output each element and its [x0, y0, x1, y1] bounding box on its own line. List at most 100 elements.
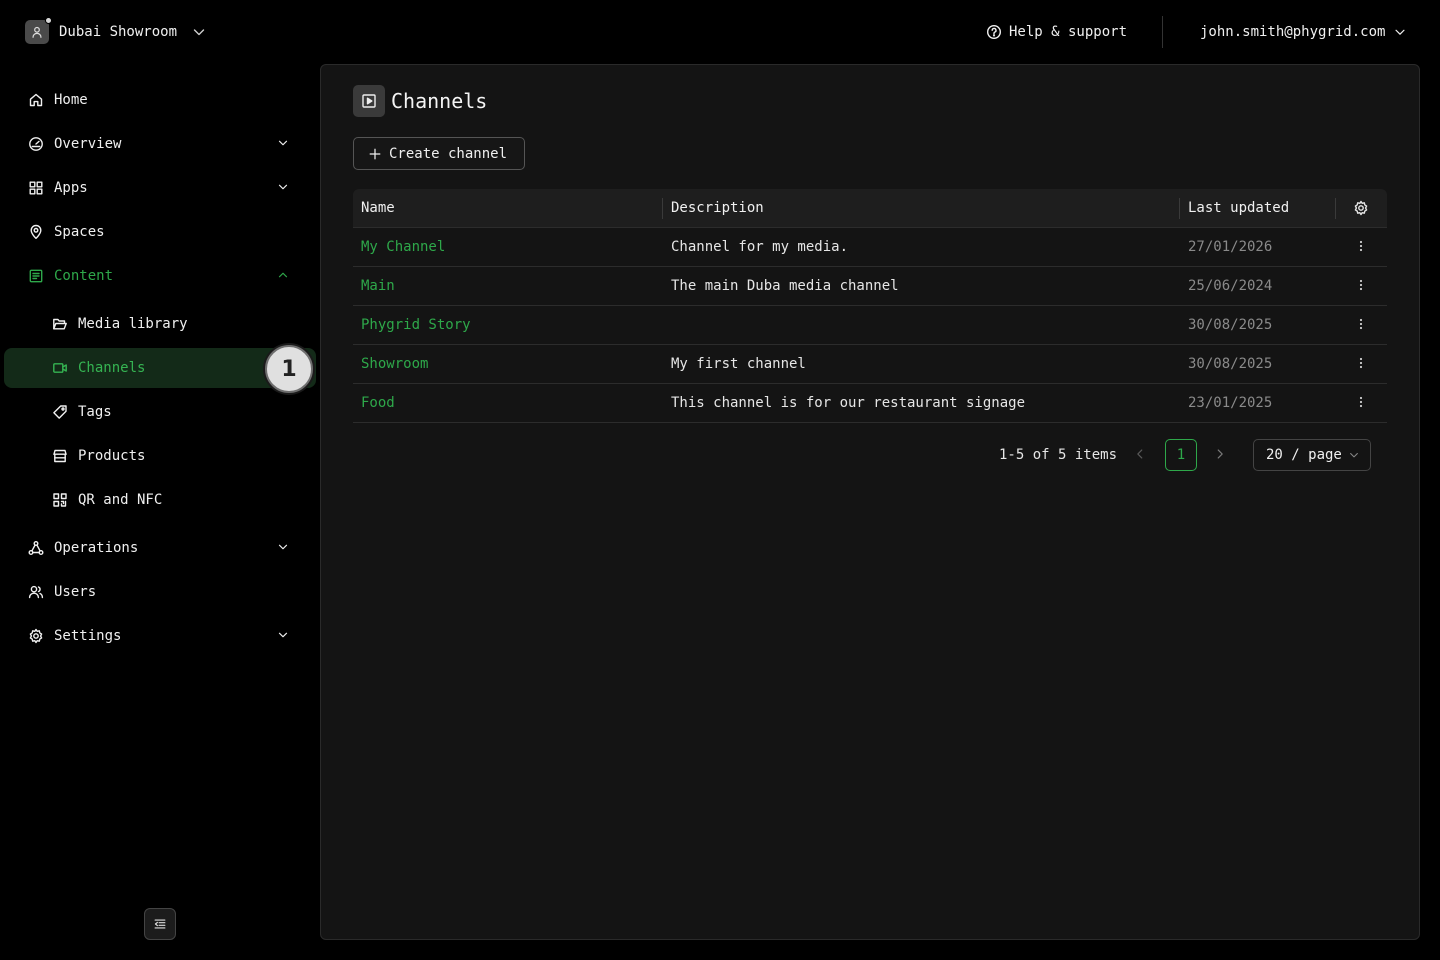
chevron-up-icon — [278, 272, 288, 278]
sidebar-item-label: Products — [78, 448, 146, 464]
channel-last-updated: 23/01/2025 — [1188, 395, 1273, 411]
sidebar-item-products[interactable]: Products — [4, 436, 316, 476]
folder-open-icon — [53, 318, 67, 330]
channel-last-updated: 27/01/2026 — [1188, 239, 1273, 255]
table-row: My Channel Channel for my media. 27/01/2… — [353, 228, 1387, 267]
channel-name-link[interactable]: Phygrid Story — [361, 306, 471, 344]
help-support-link[interactable]: Help & support — [986, 24, 1127, 40]
sidebar-item-qr-nfc[interactable]: QR and NFC — [4, 480, 316, 520]
channel-description: This channel is for our restaurant signa… — [671, 395, 1026, 411]
row-actions-button[interactable] — [1351, 306, 1371, 344]
sidebar-item-label: Spaces — [54, 224, 105, 240]
user-email: john.smith@phygrid.com — [1200, 24, 1386, 40]
org-name: Dubai Showroom — [59, 24, 178, 40]
chevron-down-icon — [278, 140, 288, 146]
plus-icon — [369, 148, 381, 159]
org-switcher[interactable]: Dubai Showroom — [25, 17, 207, 44]
table-row: Phygrid Story 30/08/2025 — [353, 306, 1387, 345]
page-size-value: 20 / page — [1266, 447, 1342, 463]
sidebar-item-label: Operations — [54, 540, 139, 556]
table-row: Main The main Duba media channel 25/06/2… — [353, 267, 1387, 306]
table-row: Food This channel is for our restaurant … — [353, 384, 1387, 423]
channel-name-link[interactable]: Showroom — [361, 345, 428, 383]
channel-description: My first channel — [671, 356, 806, 372]
channel-description: The main Duba media channel — [671, 278, 899, 294]
qrcode-icon — [53, 493, 67, 507]
table-header: Name Description Last updated — [353, 189, 1387, 228]
channel-name-link[interactable]: Main — [361, 267, 395, 305]
channel-name-link[interactable]: Food — [361, 384, 395, 422]
sidebar-item-operations[interactable]: Operations — [4, 528, 316, 568]
row-actions-button[interactable] — [1351, 345, 1371, 383]
column-resize-handle[interactable] — [662, 198, 663, 219]
sidebar-item-apps[interactable]: Apps — [4, 168, 316, 208]
tag-icon — [53, 405, 67, 419]
sidebar-item-overview[interactable]: Overview — [4, 124, 316, 164]
channel-description: Channel for my media. — [671, 239, 849, 255]
row-actions-button[interactable] — [1351, 228, 1371, 266]
sidebar-item-label: Users — [54, 584, 97, 600]
sidebar-item-home[interactable]: Home — [4, 80, 316, 120]
pagination-info: 1-5 of 5 items — [999, 447, 1118, 463]
chevron-right-icon — [1217, 449, 1223, 459]
prev-page-button[interactable] — [1133, 447, 1147, 461]
sidebar: Home Overview Apps Spaces Content Media … — [0, 64, 320, 960]
row-actions-button[interactable] — [1351, 267, 1371, 305]
sidebar-item-label: QR and NFC — [78, 492, 163, 508]
chevron-down-icon — [1349, 452, 1358, 458]
header-divider — [1162, 16, 1163, 48]
page-icon-badge — [353, 85, 385, 117]
page-header: Channels — [353, 85, 487, 117]
user-menu[interactable]: john.smith@phygrid.com — [1200, 24, 1407, 40]
more-vertical-icon — [1359, 396, 1363, 408]
more-vertical-icon — [1359, 318, 1363, 330]
collapse-sidebar-button[interactable] — [144, 908, 176, 940]
channels-table: Name Description Last updated My Channel… — [353, 189, 1387, 423]
network-icon — [28, 541, 44, 555]
video-camera-icon — [53, 363, 67, 373]
sidebar-item-tags[interactable]: Tags — [4, 392, 316, 432]
main-panel: Channels Create channel Name Description… — [320, 64, 1420, 940]
sidebar-item-media-library[interactable]: Media library — [4, 304, 316, 344]
gear-icon — [29, 628, 43, 644]
sidebar-item-content[interactable]: Content — [4, 256, 316, 296]
play-square-icon — [362, 94, 376, 108]
sidebar-item-users[interactable]: Users — [4, 572, 316, 612]
page-title: Channels — [391, 89, 488, 113]
sidebar-item-label: Settings — [54, 628, 122, 644]
apps-grid-icon — [29, 181, 43, 195]
sidebar-item-spaces[interactable]: Spaces — [4, 212, 316, 252]
user-icon — [32, 26, 42, 38]
sidebar-item-label: Media library — [78, 316, 188, 332]
more-vertical-icon — [1359, 240, 1363, 252]
page-size-select[interactable]: 20 / page — [1253, 439, 1371, 471]
org-avatar — [25, 17, 52, 44]
channel-last-updated: 30/08/2025 — [1188, 317, 1273, 333]
sidebar-item-label: Tags — [78, 404, 112, 420]
column-resize-handle[interactable] — [1335, 198, 1336, 219]
column-header-name[interactable]: Name — [361, 189, 395, 227]
chevron-down-icon — [193, 29, 205, 36]
table-settings-button[interactable] — [1347, 189, 1375, 227]
top-bar: Dubai Showroom Help & support john.smith… — [0, 0, 1440, 64]
more-vertical-icon — [1359, 279, 1363, 291]
row-actions-button[interactable] — [1351, 384, 1371, 422]
create-channel-button[interactable]: Create channel — [353, 137, 525, 170]
channel-name-link[interactable]: My Channel — [361, 228, 445, 266]
create-channel-label: Create channel — [389, 145, 508, 162]
sidebar-item-label: Home — [54, 92, 88, 108]
sidebar-item-label: Channels — [78, 360, 146, 376]
sidebar-item-settings[interactable]: Settings — [4, 616, 316, 656]
next-page-button[interactable] — [1213, 447, 1227, 461]
chevron-down-icon — [278, 184, 288, 190]
help-label: Help & support — [1009, 24, 1128, 40]
column-header-last-updated[interactable]: Last updated — [1188, 189, 1289, 227]
column-resize-handle[interactable] — [1179, 198, 1180, 219]
page-number-button[interactable]: 1 — [1165, 439, 1197, 471]
sidebar-item-label: Content — [54, 268, 114, 284]
gear-icon — [1354, 200, 1368, 216]
location-pin-icon — [30, 224, 42, 239]
column-header-description[interactable]: Description — [671, 189, 764, 227]
home-icon — [29, 93, 43, 107]
sidebar-item-label: Apps — [54, 180, 88, 196]
